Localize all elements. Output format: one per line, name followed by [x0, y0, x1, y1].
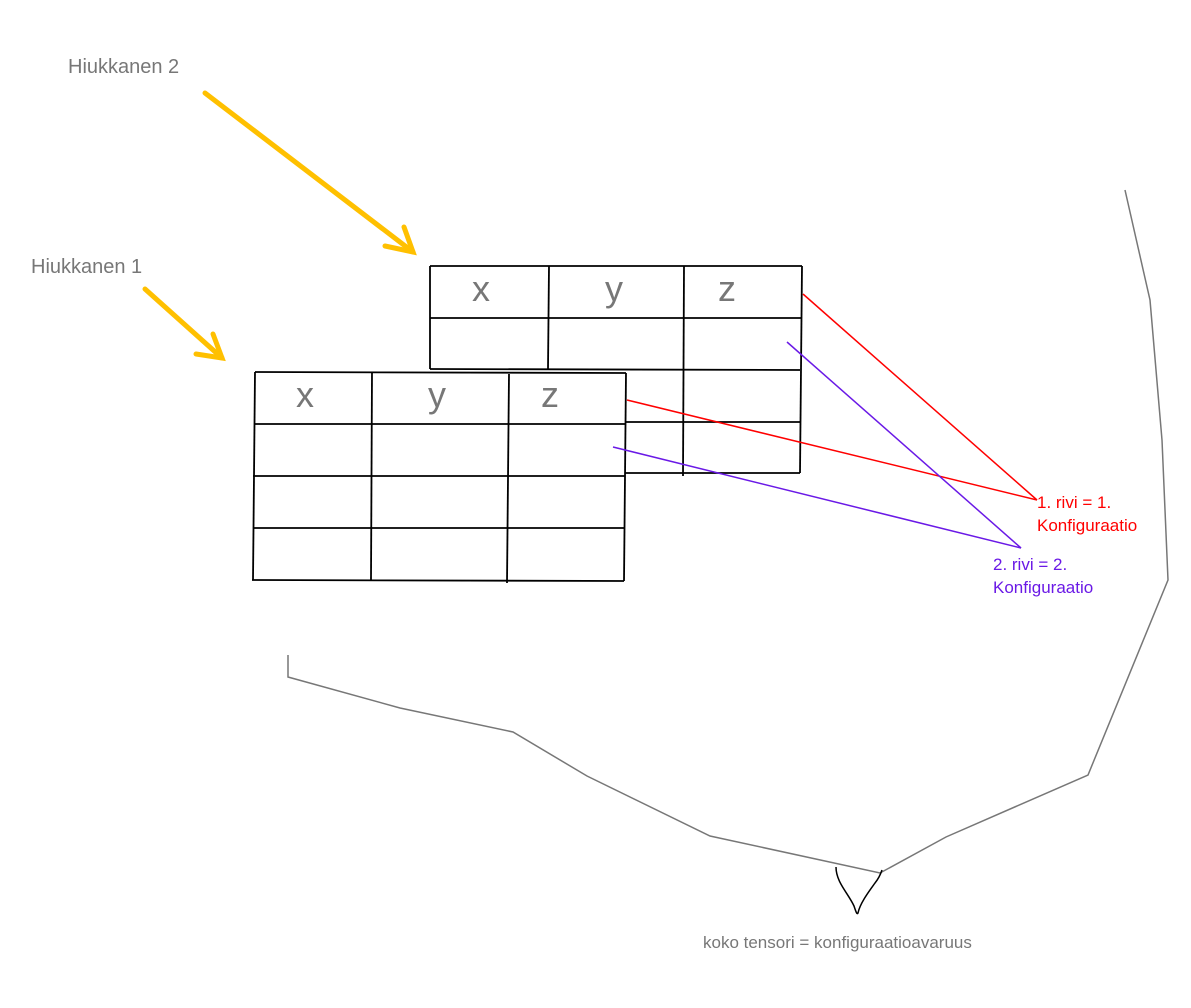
tensor-diagram: x y z x y z Hiukkanen 2 Hiukkanen 1 1. r…	[31, 56, 1169, 952]
row1-connectors	[626, 293, 1038, 501]
table-back-headers: x y z	[472, 268, 736, 309]
table-front-header-y: y	[428, 374, 446, 415]
label-row2-line2: Konfiguraatio	[993, 578, 1093, 597]
table-front-header-x: x	[296, 374, 314, 415]
table-front-header-z: z	[541, 374, 559, 415]
table-front-headers: x y z	[296, 374, 559, 415]
row2-connectors	[612, 341, 1022, 549]
arrow-particle1	[142, 286, 226, 362]
table-back-header-z: z	[718, 268, 736, 309]
label-whole-tensor: koko tensori = konfiguraatioavaruus	[703, 933, 972, 952]
label-row2-line1: 2. rivi = 2.	[993, 555, 1067, 574]
brace-tip	[835, 866, 883, 915]
table-back-header-x: x	[472, 268, 490, 309]
label-particle2: Hiukkanen 2	[68, 56, 179, 78]
label-row1-line1: 1. rivi = 1.	[1037, 493, 1111, 512]
label-row1-line2: Konfiguraatio	[1037, 516, 1137, 535]
arrow-particle2	[202, 90, 417, 256]
table-back-header-y: y	[605, 268, 623, 309]
label-particle1: Hiukkanen 1	[31, 256, 142, 278]
